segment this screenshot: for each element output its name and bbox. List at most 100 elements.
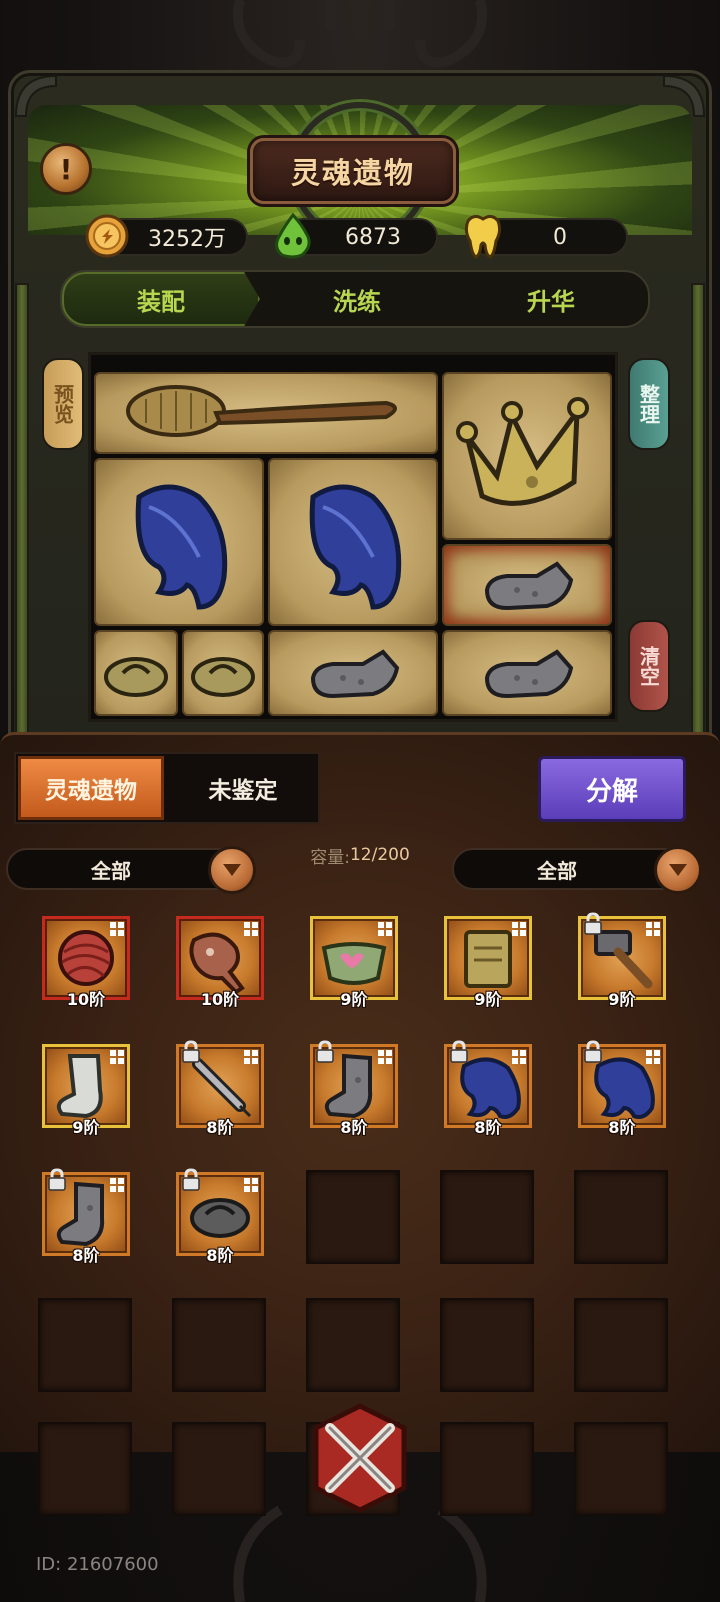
tab-soul-relics[interactable]: 灵魂遗物 — [18, 756, 164, 820]
item-tier: 8阶 — [474, 1118, 502, 1137]
lock-icon — [48, 1168, 66, 1191]
grid-dots-icon — [244, 1178, 258, 1192]
equipped-slot[interactable] — [182, 630, 264, 716]
empty-inventory-slot[interactable] — [172, 1298, 266, 1392]
empty-inventory-slot[interactable] — [306, 1170, 400, 1264]
clear-button[interactable]: 清空 — [628, 620, 670, 712]
inventory-item[interactable]: 9阶 — [306, 912, 402, 1009]
equipped-slot[interactable] — [94, 630, 178, 716]
inventory-item[interactable]: 8阶 — [38, 1168, 134, 1265]
currency-soul-value: 6873 — [345, 224, 401, 250]
equipped-slot[interactable] — [94, 372, 438, 454]
grid-dots-icon — [512, 1050, 526, 1064]
lock-icon — [450, 1040, 468, 1063]
player-id: ID: 21607600 — [36, 1554, 159, 1575]
panel-side-bar-left — [15, 283, 29, 753]
item-tier: 10阶 — [200, 990, 240, 1009]
lock-icon — [182, 1040, 200, 1063]
wooden-sandal-icon — [104, 657, 168, 697]
empty-inventory-slot[interactable] — [440, 1170, 534, 1264]
equipped-slot[interactable] — [94, 458, 264, 626]
currency-tooth-value: 0 — [553, 224, 567, 250]
equipped-slot[interactable] — [442, 544, 612, 626]
equipped-slot[interactable] — [442, 372, 612, 540]
inventory-item[interactable]: 10阶 — [38, 912, 134, 1009]
equipped-slot[interactable] — [268, 458, 438, 626]
preview-button[interactable]: 预览 — [42, 358, 84, 450]
capacity-indicator: 容量: 12/200 — [270, 838, 450, 872]
empty-inventory-slot[interactable] — [574, 1422, 668, 1516]
page-title: 灵魂遗物 — [250, 138, 456, 204]
inventory-item[interactable]: 8阶 — [172, 1168, 268, 1265]
exclamation-icon: ! — [59, 152, 73, 186]
item-tier: 9阶 — [72, 1118, 100, 1137]
equipped-slot[interactable] — [268, 630, 438, 716]
item-tier: 8阶 — [72, 1246, 100, 1265]
empty-inventory-slot[interactable] — [440, 1422, 534, 1516]
item-tier: 8阶 — [206, 1118, 234, 1137]
item-tier: 8阶 — [206, 1246, 234, 1265]
lock-icon — [316, 1040, 334, 1063]
grid-dots-icon — [378, 1050, 392, 1064]
crown-icon — [456, 397, 589, 506]
tooth-icon — [458, 210, 508, 262]
chevron-down-icon[interactable] — [208, 846, 256, 894]
tab-ascend-label: 升华 — [527, 287, 575, 316]
back-scrubber-brush-icon — [126, 385, 397, 437]
inventory-item[interactable]: 9阶 — [38, 1040, 134, 1137]
capacity-value: 12/200 — [349, 845, 410, 865]
grid-dots-icon — [646, 1050, 660, 1064]
currency-gold-value: 3252万 — [148, 227, 226, 252]
lock-icon — [584, 912, 602, 935]
grid-dots-icon — [110, 1178, 124, 1192]
inventory-item[interactable]: 8阶 — [574, 1040, 670, 1137]
grid-dots-icon — [512, 922, 526, 936]
empty-inventory-slot[interactable] — [574, 1298, 668, 1392]
tab-ascend[interactable]: 升华 — [454, 272, 648, 326]
empty-inventory-slot[interactable] — [38, 1298, 132, 1392]
tab-refine-label: 洗练 — [333, 287, 381, 316]
capacity-label: 容量: — [310, 847, 350, 868]
inventory-item[interactable]: 8阶 — [440, 1040, 536, 1137]
item-tier: 9阶 — [608, 990, 636, 1009]
preview-button-label: 预览 — [50, 384, 75, 424]
inventory-item[interactable]: 9阶 — [440, 912, 536, 1009]
tab-equip[interactable]: 装配 — [62, 272, 260, 326]
grid-dots-icon — [110, 922, 124, 936]
gray-sock-icon — [484, 561, 574, 611]
blue-feather-icon — [135, 484, 228, 610]
inventory-item[interactable]: 8阶 — [306, 1040, 402, 1137]
inventory-item[interactable]: 9阶 — [574, 912, 670, 1009]
decompose-button[interactable]: 分解 — [538, 756, 686, 822]
sort-button[interactable]: 整理 — [628, 358, 670, 450]
lock-icon — [584, 1040, 602, 1063]
empty-inventory-slot[interactable] — [38, 1422, 132, 1516]
gold-coin-icon — [82, 210, 132, 262]
empty-inventory-slot[interactable] — [172, 1422, 266, 1516]
empty-inventory-slot[interactable] — [306, 1298, 400, 1392]
empty-inventory-slot[interactable] — [574, 1170, 668, 1264]
filter-dropdown-left[interactable]: 全部 — [6, 846, 256, 894]
clear-button-label: 清空 — [636, 646, 661, 686]
item-tier: 8阶 — [340, 1118, 368, 1137]
item-tier: 8阶 — [608, 1118, 636, 1137]
corner-ornament-left — [14, 74, 57, 117]
filter-dropdown-right[interactable]: 全部 — [452, 846, 702, 894]
tab-equip-label: 装配 — [137, 287, 185, 316]
blue-feather-icon — [309, 484, 402, 610]
item-tier: 9阶 — [340, 990, 368, 1009]
equipped-slot[interactable] — [442, 630, 612, 716]
empty-inventory-slot[interactable] — [440, 1298, 534, 1392]
tab-refine[interactable]: 洗练 — [260, 272, 454, 326]
tab-unidentified[interactable]: 未鉴定 — [170, 756, 316, 820]
chevron-down-icon[interactable] — [654, 846, 702, 894]
grid-dots-icon — [646, 922, 660, 936]
tab-bar: 装配 洗练 升华 — [60, 270, 650, 328]
info-button[interactable]: ! — [40, 143, 92, 195]
inventory-item[interactable]: 10阶 — [172, 912, 268, 1009]
inventory-item[interactable]: 8阶 — [172, 1040, 268, 1137]
crossed-swords-close-icon[interactable] — [300, 1398, 420, 1518]
corner-ornament-right — [663, 74, 706, 117]
panel-side-bar-right — [691, 283, 705, 753]
grid-dots-icon — [110, 1050, 124, 1064]
